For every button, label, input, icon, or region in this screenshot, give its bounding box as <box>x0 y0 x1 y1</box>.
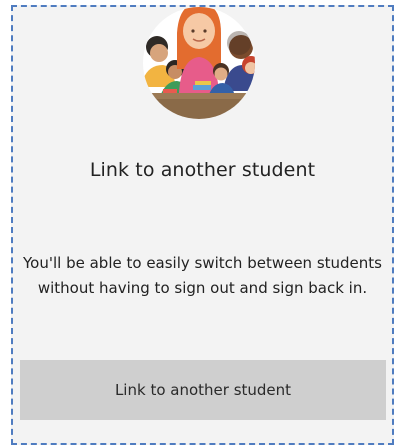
link-student-card: Link to another student You'll be able t… <box>11 5 394 445</box>
link-student-button[interactable]: Link to another student <box>20 360 386 420</box>
panel-title: Link to another student <box>89 159 316 181</box>
panel-description: You'll be able to easily switch between … <box>23 254 382 297</box>
students-group-illustration <box>143 7 255 119</box>
